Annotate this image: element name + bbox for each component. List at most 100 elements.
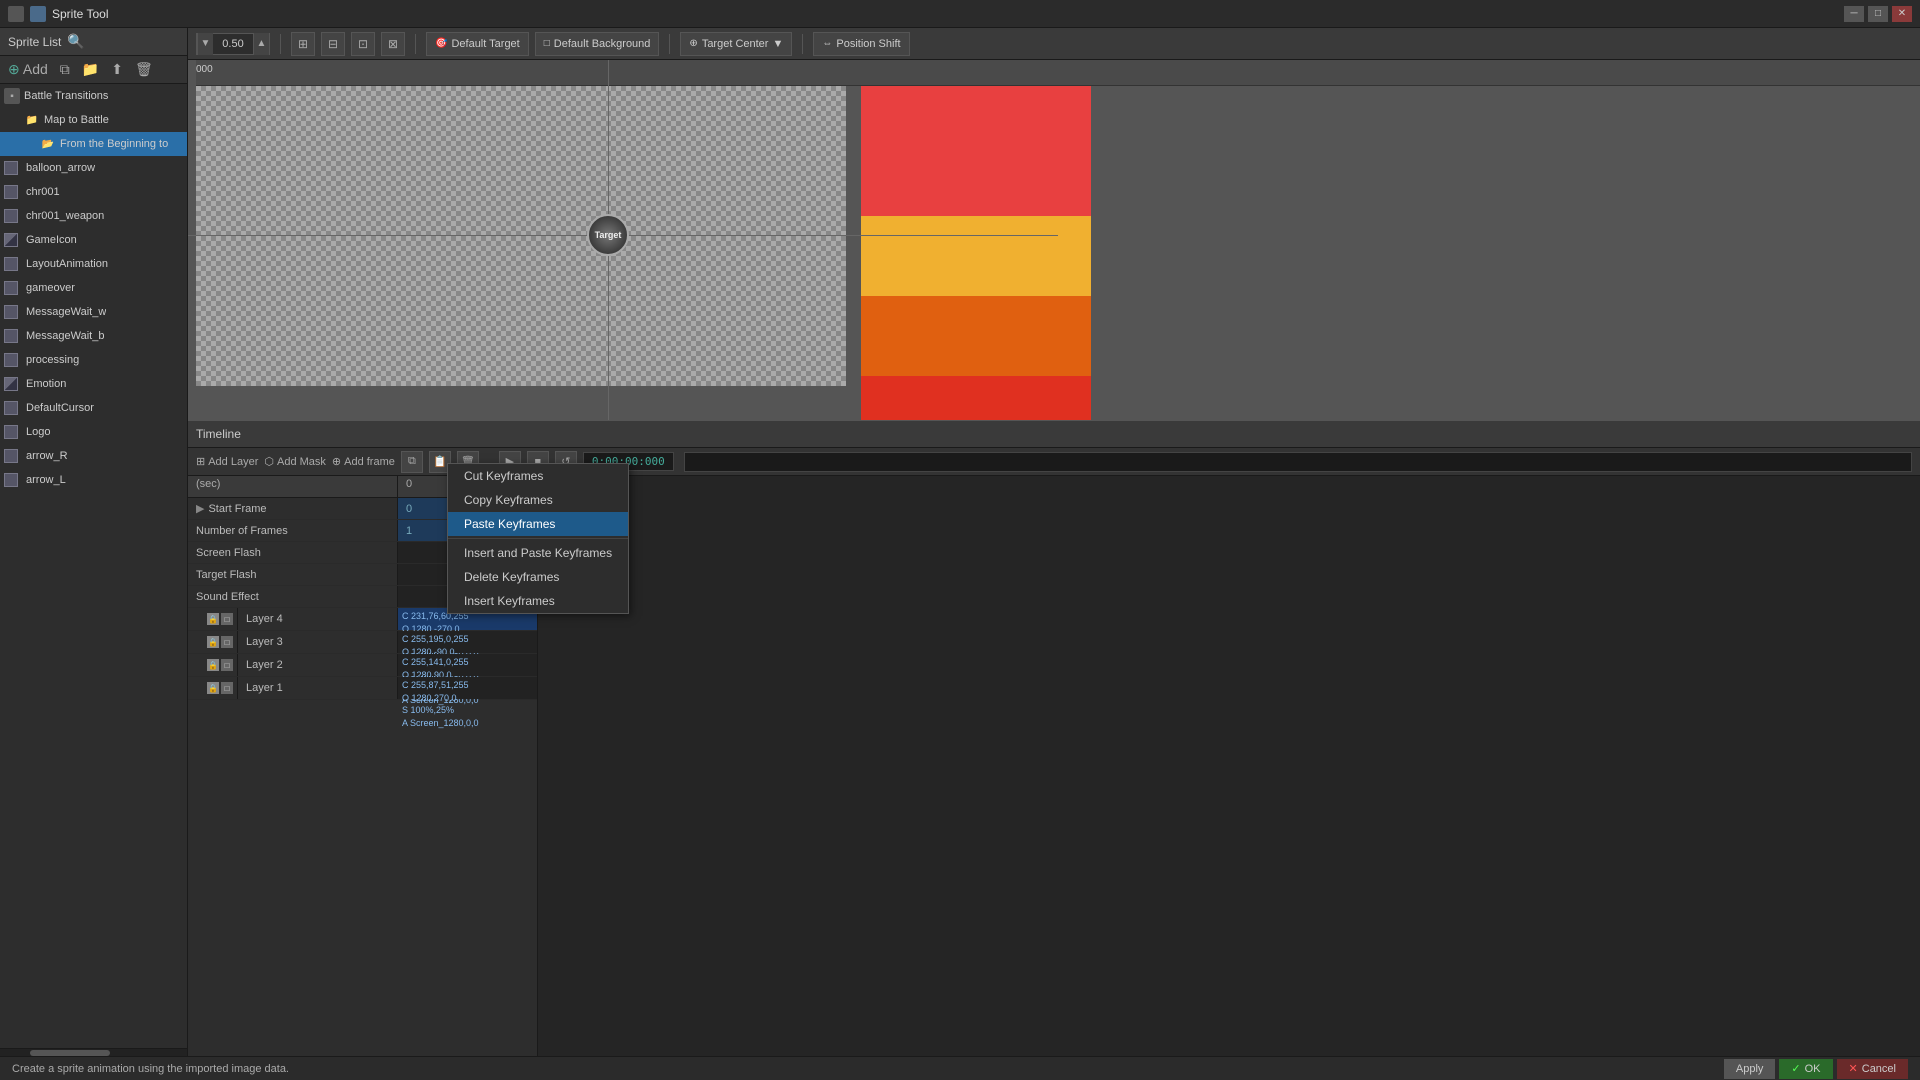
add-mask-button[interactable]: ⬡ Add Mask [264,455,326,468]
sidebar-item-arrow-r[interactable]: arrow_R [0,444,187,468]
layer1-data: C 255,87,51,255 O 1280,270,0 S 100%,25% … [398,677,537,699]
add-frame-button[interactable]: ⊕ Add frame [332,455,395,468]
import-button[interactable]: ⬆ [107,59,127,80]
timeline-header: Timeline [188,420,1920,448]
sprite-icon [4,329,18,343]
crosshair-target: Target [587,214,629,256]
delete-button[interactable]: 🗑 [131,59,157,80]
apply-button[interactable]: Apply [1724,1059,1776,1079]
layer3-header-row: 🔒 □ Layer 3 C 255,195,0,255 O 1280,-90,0… [188,631,537,653]
sidebar-item-balloon-arrow[interactable]: balloon_arrow [0,156,187,180]
fit-button[interactable]: ⊞ [291,32,315,56]
timeline-title: Timeline [196,427,241,441]
timeline-right-panel [538,476,1920,1056]
target-center-button[interactable]: ⊕ Target Center ▼ [680,32,792,56]
sidebar-item-processing[interactable]: processing [0,348,187,372]
layer1-name: Layer 1 [238,677,398,699]
layer4-controls: 🔒 □ [188,608,238,630]
num-frames-label: Number of Frames [188,520,398,541]
sidebar-item-label: Logo [26,426,50,438]
sidebar: Sprite List 🔍 ⊕ Add ⧉ 📁 ⬆ 🗑 ▪ Battle Tra… [0,28,188,1056]
target-flash-label: Target Flash [188,564,398,585]
timeline-layer3: 🔒 □ Layer 3 C 255,195,0,255 O 1280,-90,0… [188,631,537,654]
ctx-cut-keyframes[interactable]: Cut Keyframes [448,464,628,488]
layer1-vis-icon: □ [221,682,233,694]
ctx-delete-keyframes[interactable]: Delete Keyframes [448,565,628,589]
col-header-sec: (sec) [188,476,398,497]
sidebar-item-chr001[interactable]: chr001 [0,180,187,204]
layer2-data: C 255,141,0,255 O 1280,90,0 S 100%,25% A… [398,654,537,676]
sidebar-item-gameicon[interactable]: GameIcon [0,228,187,252]
minimize-button[interactable]: ─ [1844,6,1864,22]
sidebar-item-emotion[interactable]: Emotion [0,372,187,396]
layer4-vis-icon: □ [221,613,233,625]
statusbar: Create a sprite animation using the impo… [0,1056,1920,1080]
default-target-label: Default Target [451,38,519,50]
frame-button[interactable]: ⊡ [351,32,375,56]
sidebar-item-label: arrow_R [26,450,68,462]
sidebar-item-label: DefaultCursor [26,402,94,414]
sidebar-item-battle-transitions[interactable]: ▪ Battle Transitions [0,84,187,108]
status-message: Create a sprite animation using the impo… [12,1063,289,1075]
cancel-button[interactable]: ✕ Cancel [1837,1059,1908,1079]
sidebar-item-map-to-battle[interactable]: 📁 Map to Battle [0,108,187,132]
grid-button[interactable]: ⊟ [321,32,345,56]
sidebar-item-gameover[interactable]: gameover [0,276,187,300]
toolbar-sep4 [802,34,803,54]
timeline-layer2: 🔒 □ Layer 2 C 255,141,0,255 O 1280,90,0 … [188,654,537,677]
close-button[interactable]: ✕ [1892,6,1912,22]
ctx-insert-paste-keyframes[interactable]: Insert and Paste Keyframes [448,541,628,565]
sidebar-item-label: From the Beginning to [60,138,168,150]
settings-button[interactable]: ⊠ [381,32,405,56]
sidebar-item-messagewait-b[interactable]: MessageWait_b [0,324,187,348]
add-button[interactable]: ⊕ Add [4,59,52,80]
sidebar-item-from-beginning[interactable]: 📂 From the Beginning to [0,132,187,156]
position-shift-button[interactable]: ⇔ Position Shift [813,32,909,56]
zoom-minus-button[interactable]: ▼ [197,33,213,55]
apply-label: Apply [1736,1063,1764,1075]
sidebar-item-label: chr001_weapon [26,210,104,222]
default-background-button[interactable]: □ Default Background [535,32,660,56]
ok-button[interactable]: ✓ OK [1779,1059,1832,1079]
folder-button[interactable]: 📁 [78,59,103,80]
sidebar-item-arrow-l[interactable]: arrow_L [0,468,187,492]
zoom-plus-button[interactable]: ▲ [253,33,269,55]
ctx-paste-keyframes[interactable]: Paste Keyframes [448,512,628,536]
cancel-label: Cancel [1862,1063,1896,1075]
ctx-insert-keyframes[interactable]: Insert Keyframes [448,589,628,613]
sprite-icon [4,473,18,487]
ctx-copy-keyframes[interactable]: Copy Keyframes [448,488,628,512]
timeline-layer1: 🔒 □ Layer 1 C 255,87,51,255 O 1280,270,0… [188,677,537,700]
titlebar: Sprite Tool ─ □ ✕ [0,0,1920,28]
color-block-red-top [861,86,1091,216]
timeline-scrubber[interactable] [684,452,1912,472]
lock-icon3: 🔒 [207,636,219,648]
zoom-control[interactable]: ▼ 0.50 ▲ [196,33,270,55]
copy-tl-button[interactable]: ⧉ [401,451,423,473]
sidebar-item-chr001-weapon[interactable]: chr001_weapon [0,204,187,228]
copy-button[interactable]: ⧉ [56,59,74,80]
sidebar-item-label: LayoutAnimation [26,258,108,270]
ruler [196,60,1920,86]
toolbar-sep2 [415,34,416,54]
window-controls: ─ □ ✕ [1844,6,1912,22]
maximize-button[interactable]: □ [1868,6,1888,22]
color-block-red-bottom [861,376,1091,420]
default-bg-label: Default Background [554,38,651,50]
sidebar-item-label: balloon_arrow [26,162,95,174]
sprite-icon [4,305,18,319]
sidebar-scrollbar[interactable] [0,1048,187,1056]
sidebar-item-default-cursor[interactable]: DefaultCursor [0,396,187,420]
sidebar-item-layout-animation[interactable]: LayoutAnimation [0,252,187,276]
sidebar-item-label: Emotion [26,378,66,390]
sprite-icon [4,353,18,367]
sidebar-item-logo[interactable]: Logo [0,420,187,444]
sidebar-item-messagewait-w[interactable]: MessageWait_w [0,300,187,324]
default-target-button[interactable]: 🎯 Default Target [426,32,529,56]
zoom-value: 0.50 [213,38,253,50]
target-center-label: Target Center [702,38,769,50]
sprite-icon [4,185,18,199]
app-title: Sprite Tool [52,7,108,21]
ctx-separator [448,538,628,539]
add-layer-button[interactable]: ⊞ Add Layer [196,455,258,468]
